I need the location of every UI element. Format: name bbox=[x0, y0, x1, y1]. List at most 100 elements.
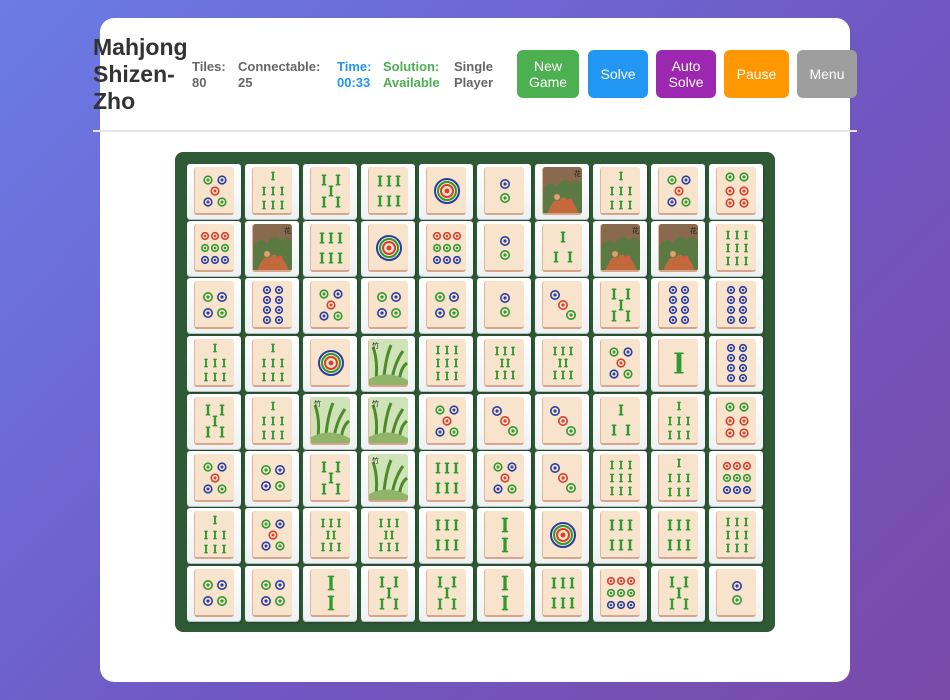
mahjong-tile-plant[interactable]: 竹 bbox=[361, 336, 415, 391]
mahjong-tile-circle-8[interactable] bbox=[651, 278, 705, 333]
mahjong-tile-circle-9[interactable] bbox=[709, 451, 763, 506]
mahjong-tile-bamboo-2[interactable] bbox=[477, 566, 531, 621]
mahjong-tile-bamboo-8[interactable] bbox=[361, 508, 415, 563]
mahjong-tile-flower[interactable]: 花 bbox=[593, 221, 647, 276]
mahjong-tile-circle-8[interactable] bbox=[245, 278, 299, 333]
mahjong-tile-bamboo-5[interactable] bbox=[419, 566, 473, 621]
mahjong-tile-circle-3[interactable] bbox=[535, 451, 589, 506]
flower-icon: 花 bbox=[600, 224, 640, 272]
bamboo-6-icon bbox=[542, 569, 582, 617]
mahjong-tile-plant[interactable]: 竹 bbox=[361, 394, 415, 449]
mahjong-tile-circle-3[interactable] bbox=[477, 394, 531, 449]
mahjong-tile-circle-4[interactable] bbox=[419, 278, 473, 333]
mahjong-tile-circle-2[interactable] bbox=[477, 221, 531, 276]
mahjong-tile-circle-3[interactable] bbox=[535, 394, 589, 449]
mahjong-tile-circle-4[interactable] bbox=[187, 566, 241, 621]
mahjong-tile-circle-2[interactable] bbox=[477, 164, 531, 219]
mahjong-tile-flower[interactable]: 花 bbox=[245, 221, 299, 276]
mahjong-tile-bamboo-3[interactable] bbox=[535, 221, 589, 276]
mahjong-tile-bamboo-5[interactable] bbox=[303, 451, 357, 506]
mahjong-tile-circle-8[interactable] bbox=[709, 278, 763, 333]
mahjong-tile-bamboo-6[interactable] bbox=[419, 451, 473, 506]
mahjong-tile-circle-6[interactable] bbox=[709, 394, 763, 449]
mahjong-tile-circle-2[interactable] bbox=[709, 566, 763, 621]
mahjong-tile-circle-6[interactable] bbox=[709, 164, 763, 219]
circle-2-icon bbox=[484, 281, 524, 329]
mahjong-tile-bamboo-5[interactable] bbox=[593, 278, 647, 333]
mahjong-tile-bamboo-2[interactable] bbox=[303, 566, 357, 621]
mahjong-tile-circle-5[interactable] bbox=[187, 164, 241, 219]
mahjong-tile-bamboo-5[interactable] bbox=[187, 394, 241, 449]
circle-5-icon bbox=[426, 397, 466, 445]
mahjong-tile-circle-9[interactable] bbox=[187, 221, 241, 276]
menu-button[interactable]: Menu bbox=[797, 50, 857, 98]
circle-5-icon bbox=[252, 511, 292, 559]
auto-solve-button[interactable]: Auto Solve bbox=[656, 50, 716, 98]
mahjong-tile-bamboo-6[interactable] bbox=[419, 508, 473, 563]
mahjong-tile-bamboo-5[interactable] bbox=[361, 566, 415, 621]
new-game-line-2: Game bbox=[528, 74, 568, 90]
mahjong-tile-bamboo-5[interactable] bbox=[303, 164, 357, 219]
mahjong-tile-bamboo-3[interactable] bbox=[593, 394, 647, 449]
mahjong-tile-bamboo-7[interactable] bbox=[593, 164, 647, 219]
mahjong-tile-bamboo-6[interactable] bbox=[651, 508, 705, 563]
bamboo-7-icon bbox=[252, 167, 292, 215]
game-header: Mahjong Shizen- Zho Tiles: 80 Connectabl… bbox=[93, 34, 857, 132]
bamboo-1-icon bbox=[658, 339, 698, 387]
mahjong-tile-plant[interactable]: 竹 bbox=[361, 451, 415, 506]
mahjong-tile-circle-9[interactable] bbox=[419, 221, 473, 276]
mahjong-tile-circle-5[interactable] bbox=[477, 451, 531, 506]
mahjong-tile-flower[interactable]: 花 bbox=[651, 221, 705, 276]
mahjong-tile-bamboo-6[interactable] bbox=[303, 221, 357, 276]
mahjong-tile-bamboo-9[interactable] bbox=[709, 508, 763, 563]
mahjong-tile-bamboo-8[interactable] bbox=[303, 508, 357, 563]
mode-line-2: Player bbox=[454, 75, 494, 90]
mahjong-tile-bamboo-7[interactable] bbox=[187, 336, 241, 391]
mahjong-tile-circle-3[interactable] bbox=[535, 278, 589, 333]
circle-5-icon bbox=[658, 167, 698, 215]
circle-8-icon bbox=[716, 339, 756, 387]
mahjong-tile-circle-5[interactable] bbox=[245, 508, 299, 563]
mahjong-tile-bamboo-6[interactable] bbox=[535, 566, 589, 621]
pause-button[interactable]: Pause bbox=[724, 50, 789, 98]
mahjong-tile-bamboo-6[interactable] bbox=[593, 508, 647, 563]
mahjong-tile-bamboo-7[interactable] bbox=[245, 394, 299, 449]
mahjong-tile-bamboo-9[interactable] bbox=[593, 451, 647, 506]
mahjong-tile-bamboo-9[interactable] bbox=[709, 221, 763, 276]
svg-text:花: 花 bbox=[284, 226, 291, 235]
mahjong-tile-circle-1[interactable] bbox=[419, 164, 473, 219]
mahjong-tile-plant[interactable]: 竹 bbox=[303, 394, 357, 449]
mahjong-tile-bamboo-6[interactable] bbox=[361, 164, 415, 219]
mahjong-tile-bamboo-8[interactable] bbox=[477, 336, 531, 391]
mahjong-tile-bamboo-2[interactable] bbox=[477, 508, 531, 563]
mahjong-tile-circle-1[interactable] bbox=[535, 508, 589, 563]
mahjong-tile-bamboo-7[interactable] bbox=[187, 508, 241, 563]
mahjong-tile-circle-1[interactable] bbox=[361, 221, 415, 276]
mahjong-tile-circle-4[interactable] bbox=[187, 278, 241, 333]
mahjong-tile-bamboo-7[interactable] bbox=[651, 394, 705, 449]
mahjong-tile-circle-4[interactable] bbox=[245, 566, 299, 621]
mahjong-tile-bamboo-5[interactable] bbox=[651, 566, 705, 621]
mahjong-tile-circle-5[interactable] bbox=[593, 336, 647, 391]
mahjong-tile-circle-4[interactable] bbox=[361, 278, 415, 333]
mahjong-tile-bamboo-1[interactable] bbox=[651, 336, 705, 391]
mahjong-tile-circle-1[interactable] bbox=[303, 336, 357, 391]
mahjong-tile-bamboo-9[interactable] bbox=[419, 336, 473, 391]
circle-4-icon bbox=[194, 569, 234, 617]
mahjong-tile-circle-4[interactable] bbox=[245, 451, 299, 506]
solve-button[interactable]: Solve bbox=[588, 50, 648, 98]
mahjong-tile-bamboo-7[interactable] bbox=[651, 451, 705, 506]
mahjong-tile-circle-9[interactable] bbox=[593, 566, 647, 621]
bamboo-6-icon bbox=[368, 167, 408, 215]
mahjong-tile-circle-5[interactable] bbox=[419, 394, 473, 449]
mahjong-tile-circle-8[interactable] bbox=[709, 336, 763, 391]
mahjong-tile-circle-5[interactable] bbox=[303, 278, 357, 333]
mahjong-tile-bamboo-7[interactable] bbox=[245, 164, 299, 219]
new-game-button[interactable]: New Game bbox=[517, 50, 579, 98]
mahjong-tile-flower[interactable]: 花 bbox=[535, 164, 589, 219]
mahjong-tile-bamboo-7[interactable] bbox=[245, 336, 299, 391]
mahjong-tile-bamboo-8[interactable] bbox=[535, 336, 589, 391]
mahjong-tile-circle-5[interactable] bbox=[187, 451, 241, 506]
mahjong-tile-circle-2[interactable] bbox=[477, 278, 531, 333]
mahjong-tile-circle-5[interactable] bbox=[651, 164, 705, 219]
